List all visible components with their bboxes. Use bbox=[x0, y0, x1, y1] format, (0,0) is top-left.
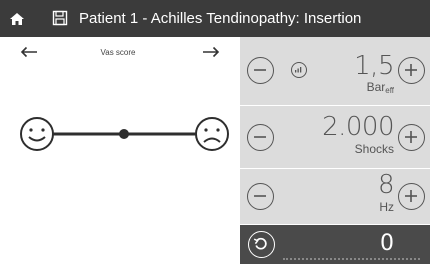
signal-icon bbox=[291, 62, 307, 78]
shocks-minus-button[interactable] bbox=[247, 124, 274, 151]
parameter-panel: 1,5 Bareff 2.000 Shocks 8 Hz 0 bbox=[240, 37, 430, 264]
minus-icon bbox=[254, 195, 266, 197]
minus-icon bbox=[254, 136, 266, 138]
shock-counter-row: 0 bbox=[240, 225, 430, 264]
plus-icon bbox=[405, 64, 417, 76]
vas-panel: Vas score bbox=[0, 37, 240, 264]
vas-score-label: Vas score bbox=[100, 48, 136, 57]
frequency-minus-button[interactable] bbox=[247, 183, 274, 210]
page-title: Patient 1 - Achilles Tendinopathy: Inser… bbox=[79, 10, 362, 27]
save-button[interactable] bbox=[51, 9, 69, 27]
plus-icon bbox=[405, 190, 417, 202]
pressure-minus-button[interactable] bbox=[247, 57, 274, 84]
pressure-plus-button[interactable] bbox=[398, 57, 425, 84]
pressure-unit: Bareff bbox=[366, 80, 394, 95]
shocks-plus-button[interactable] bbox=[398, 124, 425, 151]
frequency-row: 8 Hz bbox=[240, 169, 430, 225]
counter-underline bbox=[283, 258, 420, 260]
header-bar: Patient 1 - Achilles Tendinopathy: Inser… bbox=[0, 0, 430, 37]
smiley-happy-icon bbox=[20, 117, 54, 151]
vas-slider[interactable] bbox=[0, 109, 240, 159]
frequency-unit: Hz bbox=[379, 200, 394, 214]
frequency-value: 8 bbox=[377, 170, 395, 200]
shocks-row: 2.000 Shocks bbox=[240, 106, 430, 169]
minus-icon bbox=[254, 69, 266, 71]
pressure-row: 1,5 Bareff bbox=[240, 37, 430, 106]
shocks-unit: Shocks bbox=[354, 142, 394, 156]
pressure-value: 1,5 bbox=[354, 51, 394, 81]
counter-value: 0 bbox=[380, 231, 394, 256]
reset-icon bbox=[253, 237, 267, 250]
plus-icon bbox=[405, 131, 417, 143]
home-icon bbox=[9, 12, 24, 25]
save-icon bbox=[52, 10, 68, 26]
vas-slider-handle[interactable] bbox=[119, 129, 129, 139]
frequency-plus-button[interactable] bbox=[398, 183, 425, 210]
reset-counter-button[interactable] bbox=[248, 231, 275, 258]
shocks-value: 2.000 bbox=[322, 112, 394, 142]
home-button[interactable] bbox=[0, 0, 33, 37]
arrow-right-icon[interactable] bbox=[202, 46, 220, 58]
smiley-sad-icon bbox=[195, 117, 229, 151]
